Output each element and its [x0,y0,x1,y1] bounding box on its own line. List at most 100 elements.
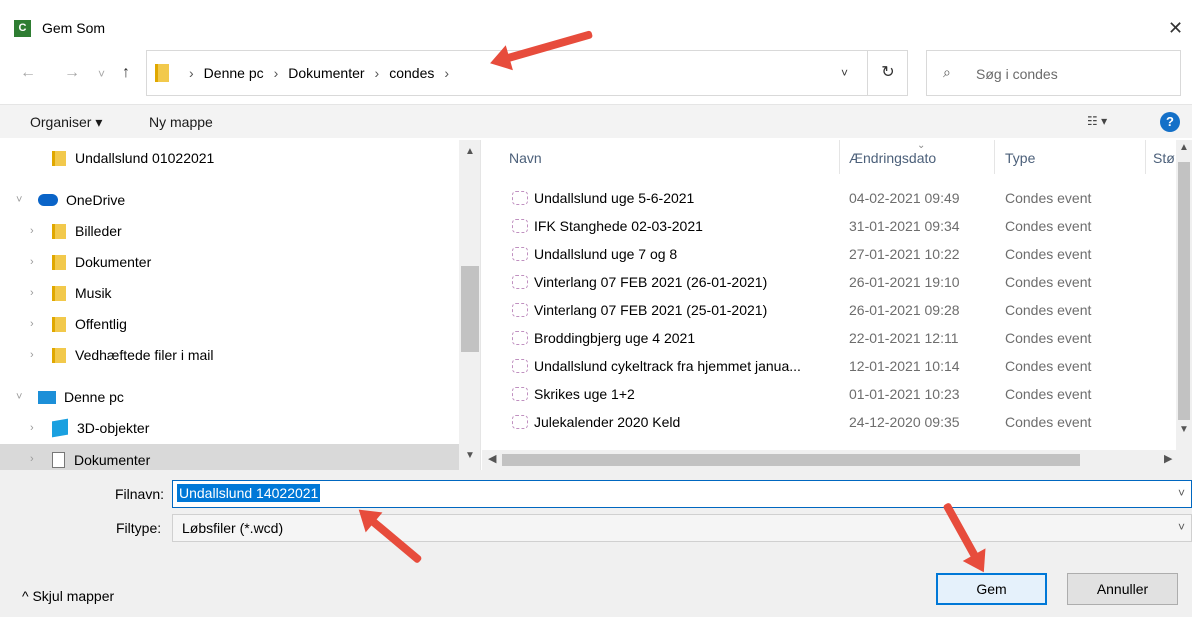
breadcrumb-denne-pc[interactable]: Denne pc [204,65,264,81]
tree-item-musik[interactable]: Musik [52,279,112,307]
new-folder-button[interactable]: Ny mappe [149,114,213,130]
breadcrumb-dokumenter[interactable]: Dokumenter [288,65,364,81]
file-row[interactable]: Vinterlang 07 FEB 2021 (26-01-2021) 26-0… [482,269,1182,297]
column-divider[interactable] [1145,140,1146,174]
expand-chevron-icon[interactable]: › [30,287,34,299]
chevron-down-icon[interactable]: ˅ [1178,520,1185,534]
refresh-icon[interactable]: ↻ [867,51,908,95]
save-button[interactable]: Gem [936,573,1047,605]
filename-input[interactable]: Undallslund 14022021 ˅ [172,480,1192,508]
tree-item-3d-objekter[interactable]: 3D-objekter [52,414,149,442]
scrollbar-thumb[interactable] [1178,162,1190,420]
scrollbar-thumb[interactable] [502,454,1080,466]
tree-item-dokumenter-pc[interactable]: Dokumenter [52,446,150,470]
condes-event-icon [512,387,528,401]
search-icon: ⌕ [943,64,951,80]
scroll-down-icon[interactable]: ▼ [1179,424,1189,435]
3d-objects-icon [52,418,68,438]
scrollbar-thumb[interactable] [461,266,479,352]
navigation-tree: Undallslund 01022021 ˅ OneDrive › Billed… [0,140,481,470]
history-dropdown-icon[interactable]: ˅ [98,67,105,81]
tree-scrollbar[interactable]: ▲ ▼ [459,140,480,470]
filetype-select[interactable]: Løbsfiler (*.wcd) ˅ [172,514,1192,542]
expand-chevron-icon[interactable]: ˅ [16,391,22,403]
scroll-right-icon[interactable]: ▶ [1164,452,1172,465]
column-divider[interactable] [839,140,840,174]
organize-button[interactable]: Organiser ▾ [30,114,102,131]
breadcrumb: › Denne pc › Dokumenter › condes › [179,65,459,81]
file-type: Condes event [1005,274,1092,290]
scroll-up-icon[interactable]: ▲ [1179,142,1189,153]
command-toolbar: Organiser ▾ Ny mappe ☷ ▾ ? [0,104,1192,138]
expand-chevron-icon[interactable]: › [30,256,34,268]
tree-item-label: Billeder [75,223,122,239]
file-date: 26-01-2021 19:10 [849,274,960,290]
breadcrumb-condes[interactable]: condes [389,65,434,81]
help-icon[interactable]: ? [1160,112,1180,132]
file-row[interactable]: Undallslund uge 5-6-2021 04-02-2021 09:4… [482,185,1182,213]
file-date: 31-01-2021 09:34 [849,218,960,234]
file-name: Skrikes uge 1+2 [534,386,635,402]
tree-item-label: Vedhæftede filer i mail [75,347,214,363]
tree-item-denne-pc[interactable]: Denne pc [38,383,124,411]
back-arrow-icon[interactable]: ← [20,64,36,82]
file-row[interactable]: IFK Stanghede 02-03-2021 31-01-2021 09:3… [482,213,1182,241]
expand-chevron-icon[interactable]: › [30,422,34,434]
tree-item-undallslund[interactable]: Undallslund 01022021 [52,144,214,172]
documents-icon [52,452,65,468]
tree-item-label: Offentlig [75,316,127,332]
scroll-up-icon[interactable]: ▲ [465,146,475,157]
file-list-horizontal-scrollbar[interactable]: ◀ ▶ [482,450,1192,470]
tree-item-billeder[interactable]: Billeder [52,217,122,245]
tree-item-onedrive[interactable]: OneDrive [38,186,125,214]
breadcrumb-separator[interactable]: › [444,65,449,81]
file-name: Undallslund uge 7 og 8 [534,246,678,262]
file-list: ⌄ Navn Ændringsdato Type Stø Undallslund… [482,140,1192,470]
forward-arrow-icon[interactable]: → [64,64,80,82]
tree-item-label: Dokumenter [75,254,152,270]
file-row[interactable]: Undallslund cykeltrack fra hjemmet janua… [482,353,1182,381]
expand-chevron-icon[interactable]: › [30,453,34,465]
file-type: Condes event [1005,302,1092,318]
expand-chevron-icon[interactable]: ˅ [16,194,22,206]
hide-folders-button[interactable]: ^ Skjul mapper [22,588,114,604]
file-row[interactable]: Skrikes uge 1+2 01-01-2021 10:23 Condes … [482,381,1182,409]
file-name: Vinterlang 07 FEB 2021 (26-01-2021) [534,274,768,290]
address-bar[interactable]: › Denne pc › Dokumenter › condes › ˅ ↻ [146,50,908,96]
column-divider[interactable] [994,140,995,174]
view-options-icon[interactable]: ☷ ▾ [1087,114,1107,128]
file-name: Undallslund uge 5-6-2021 [534,190,695,206]
tree-item-label: Undallslund 01022021 [75,150,215,166]
expand-chevron-icon[interactable]: › [30,349,34,361]
search-input[interactable]: ⌕ Søg i condes [926,50,1181,96]
tree-item-vedhaeftede[interactable]: Vedhæftede filer i mail [52,341,214,369]
column-header-size[interactable]: Stø [1153,150,1175,166]
address-dropdown-icon[interactable]: ˅ [841,66,848,80]
filetype-label: Filtype: [116,520,162,536]
chevron-down-icon[interactable]: ˅ [1178,486,1185,500]
scroll-left-icon[interactable]: ◀ [488,452,496,465]
breadcrumb-separator: › [374,65,380,81]
file-row[interactable]: Broddingbjerg uge 4 2021 22-01-2021 12:1… [482,325,1182,353]
condes-event-icon [512,359,528,373]
condes-event-icon [512,275,528,289]
column-header-name[interactable]: Navn [509,150,542,166]
cancel-button[interactable]: Annuller [1067,573,1178,605]
up-arrow-icon[interactable]: ↑ [122,64,130,82]
scroll-down-icon[interactable]: ▼ [465,450,475,461]
close-icon[interactable]: ✕ [1168,18,1183,39]
column-header-type[interactable]: Type [1005,150,1035,166]
column-header-date[interactable]: Ændringsdato [849,150,936,166]
folder-icon [52,347,66,363]
file-type: Condes event [1005,414,1092,430]
file-row[interactable]: Julekalender 2020 Keld 24-12-2020 09:35 … [482,409,1182,437]
tree-item-offentlig[interactable]: Offentlig [52,310,127,338]
file-type: Condes event [1005,246,1092,262]
tree-item-dokumenter-onedrive[interactable]: Dokumenter [52,248,151,276]
tree-item-label: OneDrive [66,192,126,208]
file-list-vertical-scrollbar[interactable]: ▲ ▼ [1176,140,1192,450]
expand-chevron-icon[interactable]: › [30,225,34,237]
expand-chevron-icon[interactable]: › [30,318,34,330]
file-row[interactable]: Undallslund uge 7 og 8 27-01-2021 10:22 … [482,241,1182,269]
file-row[interactable]: Vinterlang 07 FEB 2021 (25-01-2021) 26-0… [482,297,1182,325]
